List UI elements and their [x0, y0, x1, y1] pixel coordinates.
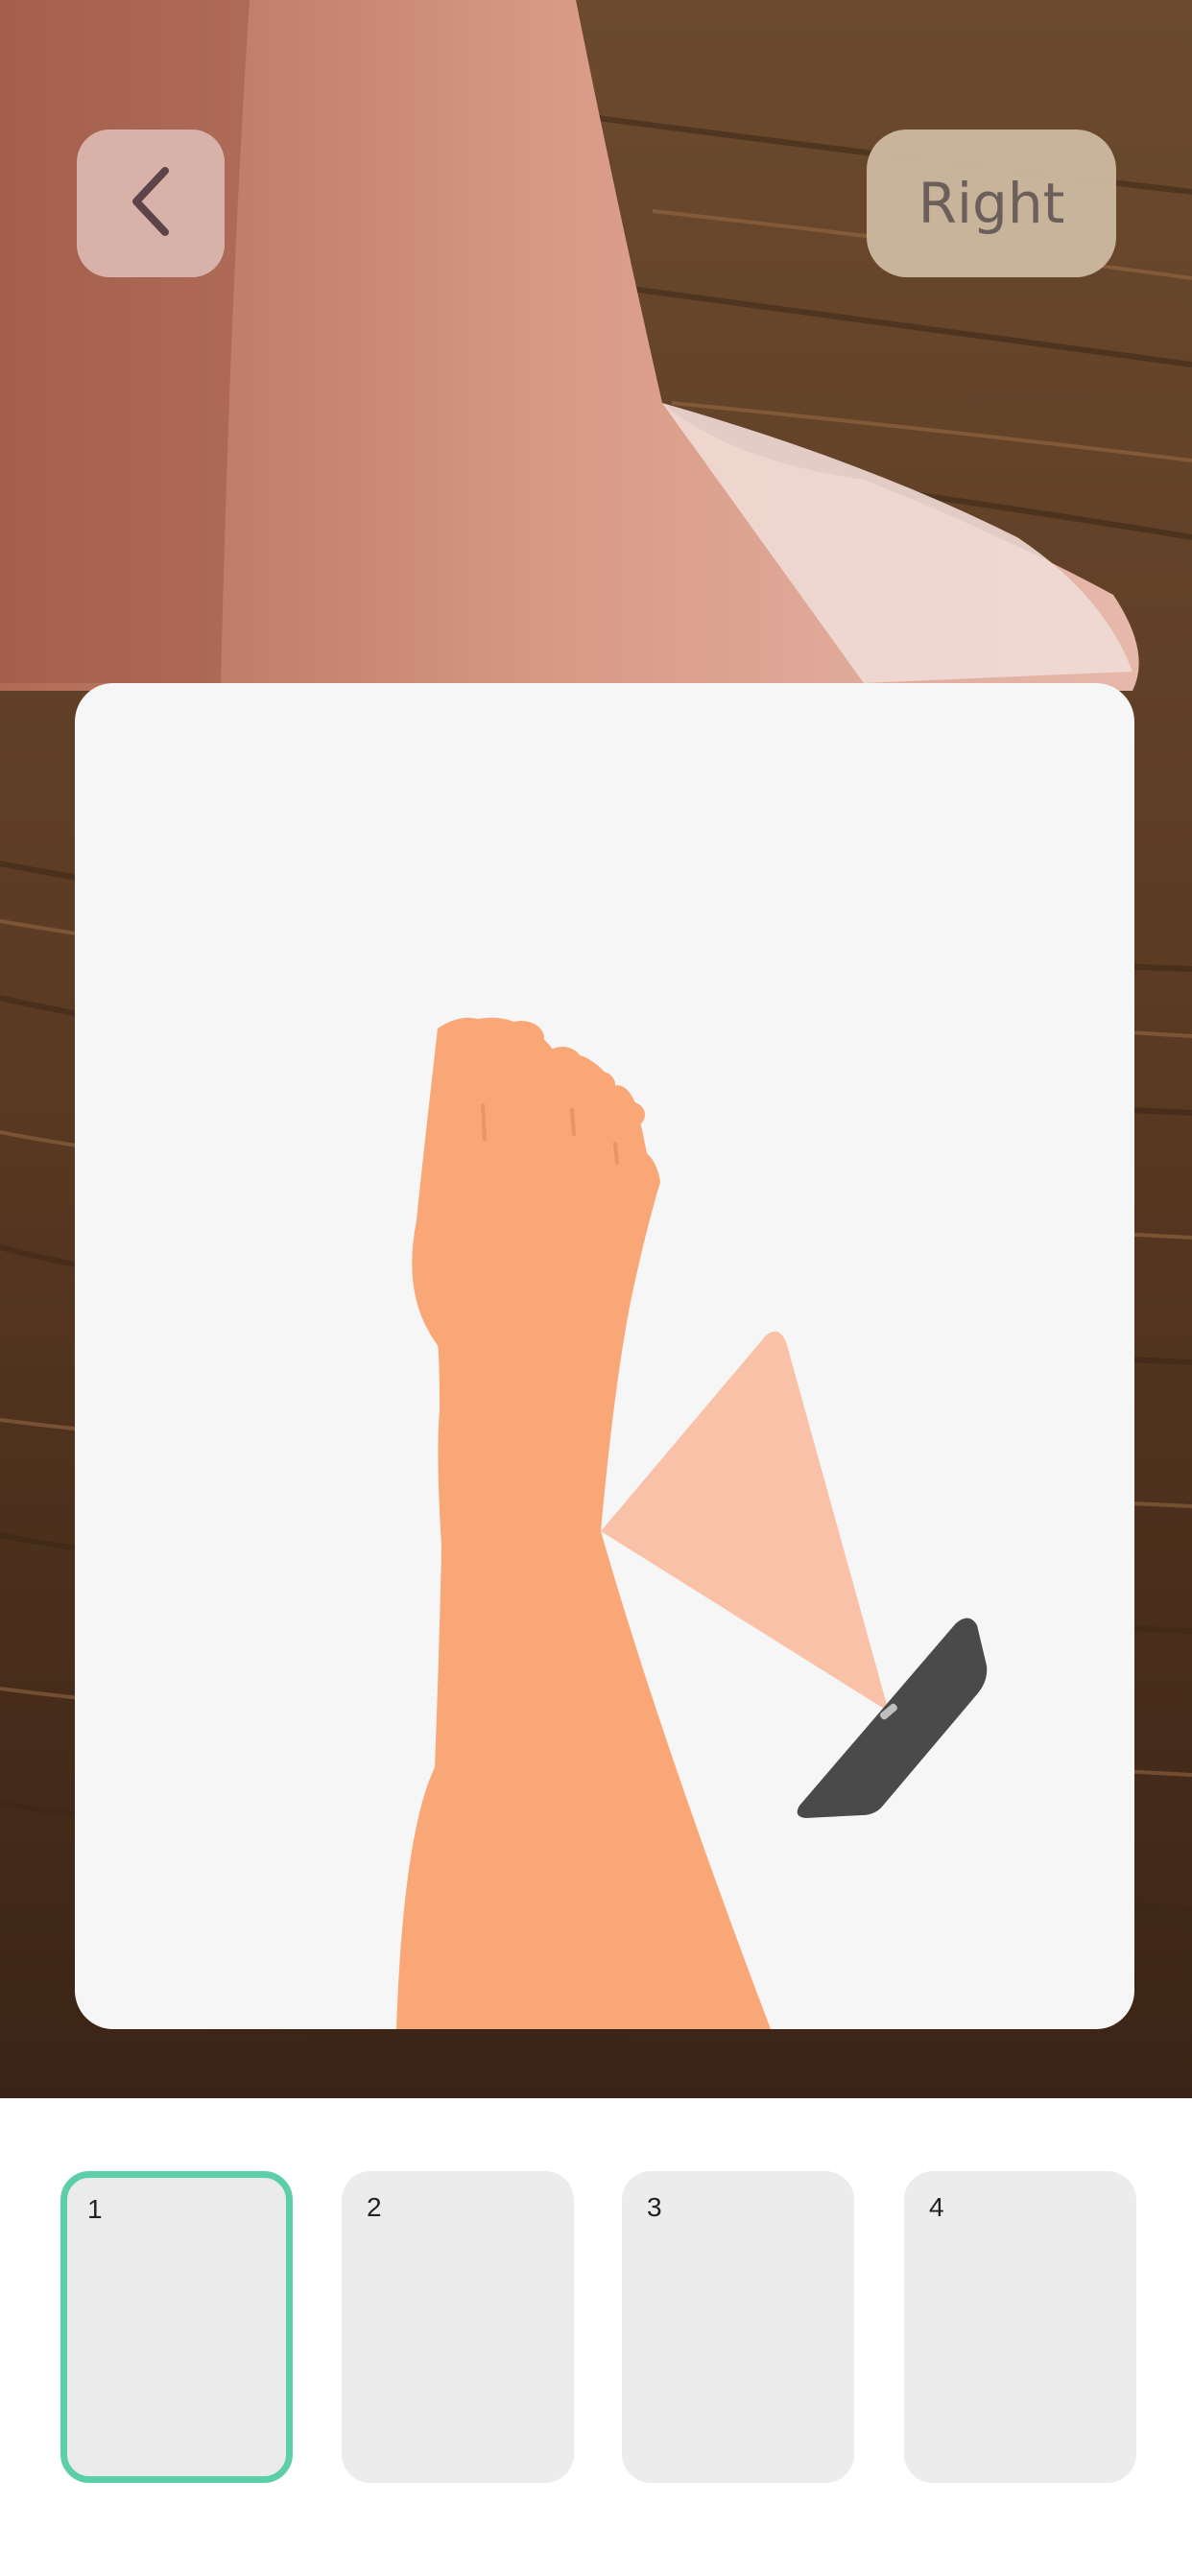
thumbnail-number: 1	[87, 2194, 103, 2224]
thumbnail-slot-2[interactable]: 2	[342, 2171, 574, 2483]
side-label: Right	[918, 171, 1065, 236]
thumbnail-slot-4[interactable]: 4	[904, 2171, 1136, 2483]
side-toggle-button[interactable]: Right	[867, 130, 1116, 277]
thumbnail-number: 4	[929, 2192, 944, 2222]
thumbnail-number: 2	[367, 2192, 382, 2222]
chevron-left-icon	[125, 163, 177, 245]
thumbnail-number: 3	[647, 2192, 662, 2222]
back-button[interactable]	[77, 130, 225, 277]
scan-cone-shape	[601, 1331, 889, 1712]
thumbnail-slot-3[interactable]: 3	[622, 2171, 854, 2483]
guide-illustration-card	[75, 683, 1134, 2029]
thumbnail-slot-1[interactable]: 1	[60, 2171, 293, 2483]
